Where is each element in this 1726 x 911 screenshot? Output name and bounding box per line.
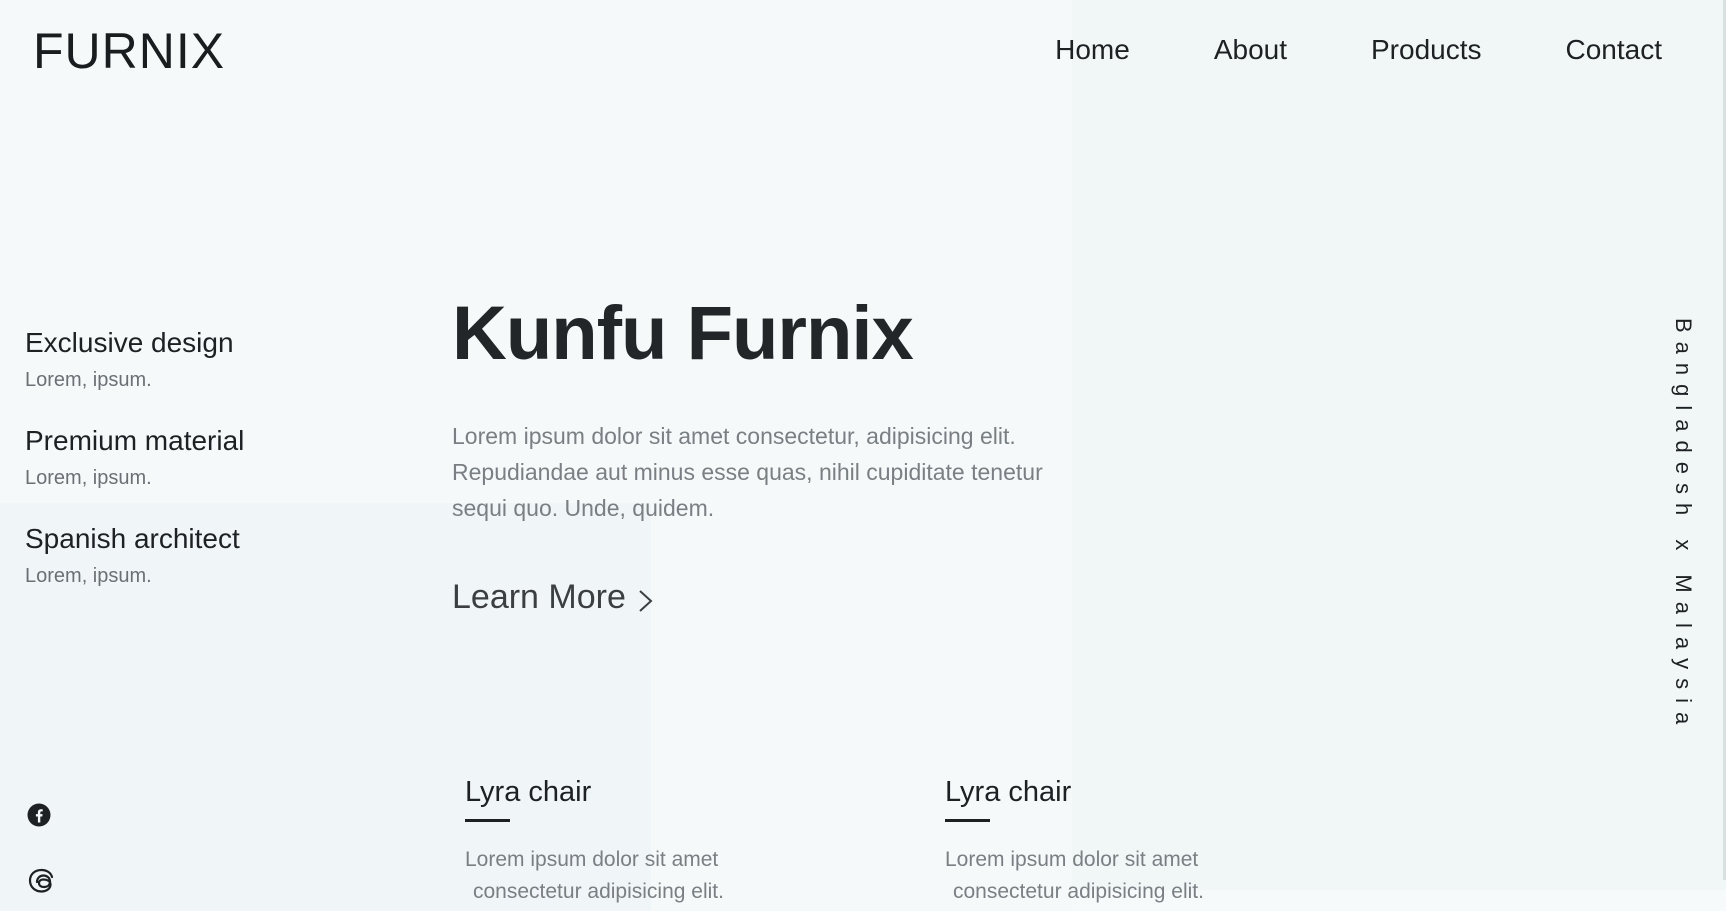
product-description-line1: Lorem ipsum dolor sit amet: [945, 848, 1199, 871]
feature-subtitle: Lorem, ipsum.: [25, 565, 152, 587]
product-description-line2: consectetur adipisicing elit.: [473, 880, 724, 903]
facebook-icon[interactable]: [27, 803, 51, 827]
chevron-right-icon: [639, 589, 653, 612]
product-description: Lorem ipsum dolor sit amet consectetur a…: [945, 844, 1204, 908]
feature-title: Premium material: [25, 425, 245, 456]
main-nav: Home About Products Contact: [1055, 34, 1662, 66]
feature-subtitle: Lorem, ipsum.: [25, 369, 152, 391]
side-caption: Bangladesh x Malaysia: [1671, 318, 1696, 734]
product-card-lyra-chair-1[interactable]: Lyra chair Lorem ipsum dolor sit amet co…: [465, 776, 724, 908]
feature-title: Exclusive design: [25, 327, 234, 358]
feature-spanish-architect: Spanish architect Lorem, ipsum.: [25, 523, 240, 588]
product-description-line2: consectetur adipisicing elit.: [953, 880, 1204, 903]
product-underline: [465, 819, 510, 822]
product-name: Lyra chair: [945, 776, 1072, 808]
feature-premium-material: Premium material Lorem, ipsum.: [25, 425, 244, 490]
feature-title: Spanish architect: [25, 523, 240, 554]
feature-subtitle: Lorem, ipsum.: [25, 467, 152, 489]
hero-title: Kunfu Furnix: [452, 291, 914, 376]
nav-home[interactable]: Home: [1055, 34, 1130, 66]
product-card-lyra-chair-2[interactable]: Lyra chair Lorem ipsum dolor sit amet co…: [945, 776, 1204, 908]
nav-about[interactable]: About: [1214, 34, 1287, 66]
threads-icon[interactable]: [27, 868, 59, 894]
product-description-line1: Lorem ipsum dolor sit amet: [465, 848, 719, 871]
nav-products[interactable]: Products: [1371, 34, 1482, 66]
product-description: Lorem ipsum dolor sit amet consectetur a…: [465, 844, 724, 908]
nav-contact[interactable]: Contact: [1566, 34, 1663, 66]
learn-more-label: Learn More: [452, 578, 626, 616]
feature-exclusive-design: Exclusive design Lorem, ipsum.: [25, 327, 234, 392]
product-name: Lyra chair: [465, 776, 592, 808]
learn-more-link[interactable]: Learn More: [452, 578, 656, 617]
brand-logo[interactable]: FURNIX: [33, 22, 225, 80]
background-panel-right: [1072, 0, 1726, 890]
hero-description: Lorem ipsum dolor sit amet consectetur, …: [452, 423, 1043, 521]
product-underline: [945, 819, 990, 822]
